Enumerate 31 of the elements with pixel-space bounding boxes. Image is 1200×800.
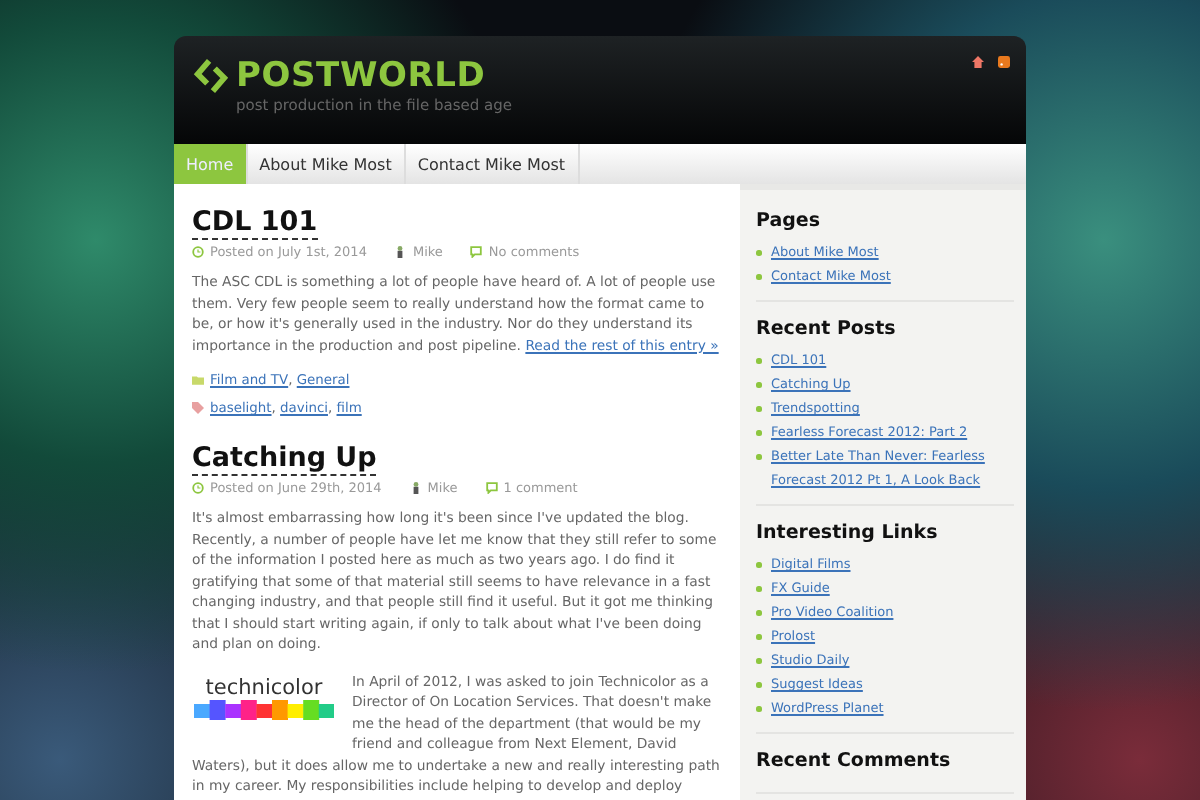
bullet-icon	[756, 682, 761, 687]
bullet-icon	[756, 658, 761, 663]
bullet-icon	[756, 382, 761, 387]
bullet-icon	[756, 586, 761, 591]
logo-icon	[192, 56, 230, 96]
comment-icon	[485, 482, 498, 494]
widget-title: Recent Posts	[756, 318, 898, 340]
widget-title: Pages	[756, 210, 823, 232]
folder-icon	[192, 374, 204, 386]
widget-title: Interesting Links	[756, 522, 940, 544]
clock-icon	[192, 246, 204, 258]
bullet-icon	[756, 250, 761, 255]
bullet-icon	[756, 634, 761, 639]
bullet-icon	[756, 274, 761, 279]
bullet-icon	[756, 358, 761, 363]
bullet-icon	[756, 562, 761, 567]
bullet-icon	[756, 430, 761, 435]
technicolor-logo-drawing: technicolor	[192, 675, 336, 735]
bullet-icon	[756, 610, 761, 615]
comment-icon	[470, 246, 483, 258]
tag-icon	[192, 402, 204, 414]
home-icon[interactable]	[972, 56, 984, 68]
rss-icon[interactable]	[998, 56, 1010, 68]
post-title[interactable]: CDL 101	[192, 206, 318, 240]
bullet-icon	[756, 706, 761, 711]
widget-title: Recent Comments	[756, 750, 953, 772]
bullet-icon	[756, 454, 761, 459]
clock-icon	[192, 482, 204, 494]
site-title[interactable]: POSTWORLD	[236, 56, 486, 96]
post-title[interactable]: Catching Up	[192, 442, 377, 476]
bullet-icon	[756, 406, 761, 411]
